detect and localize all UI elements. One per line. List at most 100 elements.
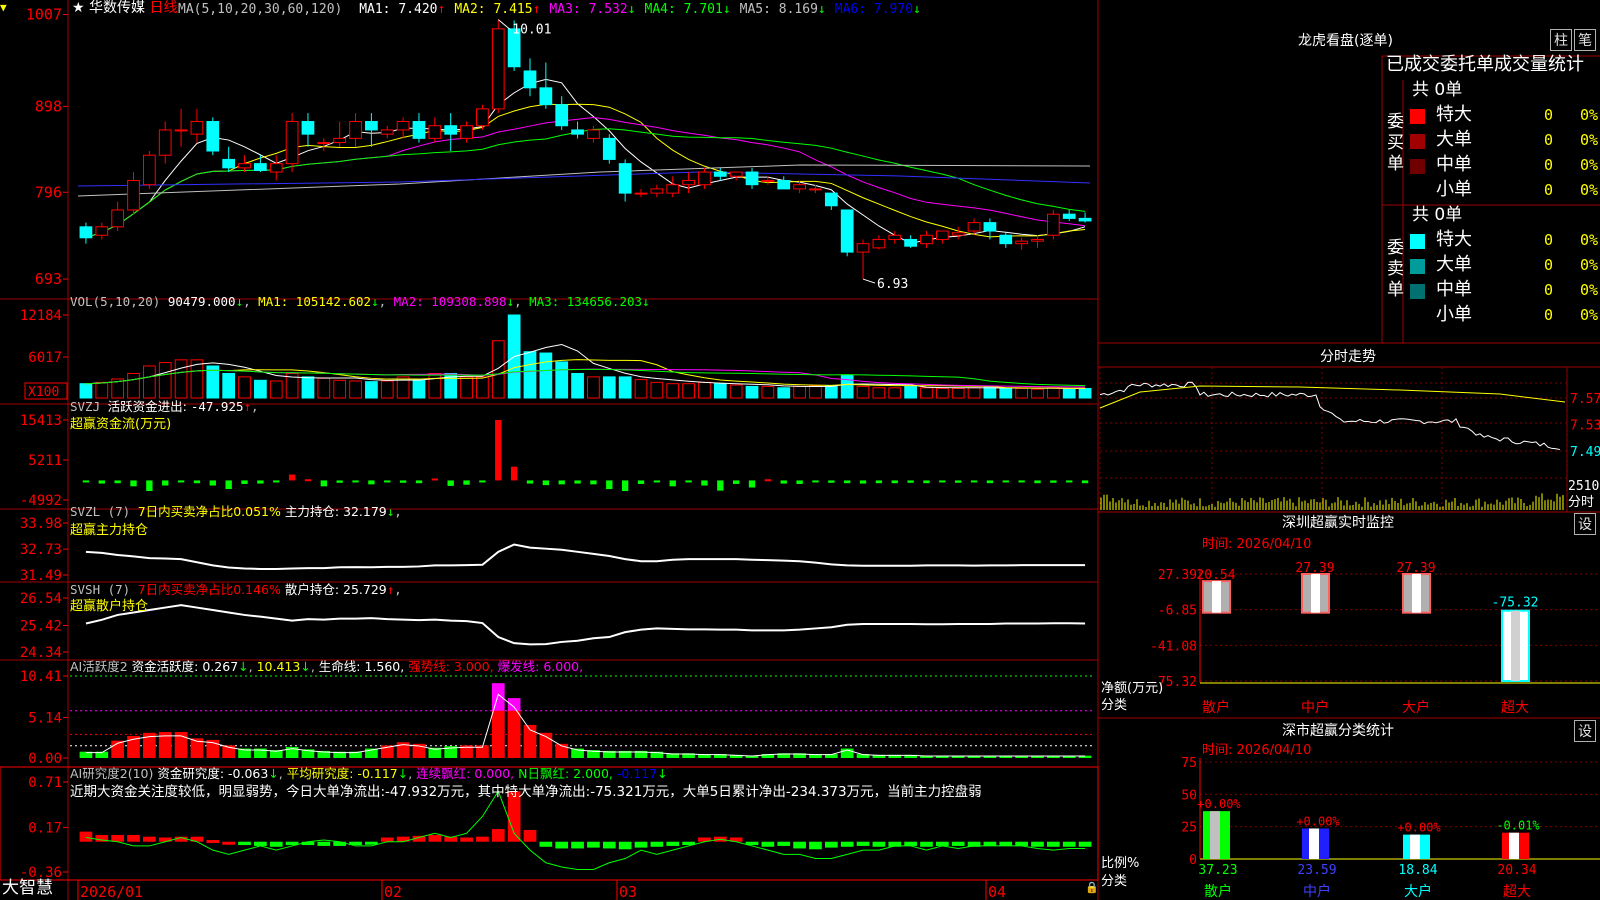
research-bar (555, 841, 569, 849)
fundflow-bar (637, 480, 645, 484)
aihy-tick-label: 5.14 (28, 711, 62, 727)
volume-bar (729, 384, 743, 399)
fundflow-bar (621, 480, 629, 492)
aiyj-avg: 平均研究度: -0.117 (286, 766, 398, 781)
research-bar (983, 841, 997, 846)
fundflow-bar (732, 480, 740, 484)
candle-body (1046, 213, 1060, 236)
volume-bar (317, 377, 331, 399)
tick-mode-button[interactable]: 笔 (1574, 29, 1596, 51)
svsh-title: SVSH (7) (70, 582, 138, 597)
fundflow-bar (717, 480, 724, 491)
volume-bar (142, 365, 156, 399)
buy-swatch (1410, 184, 1425, 199)
svzj-header: SVZJ 活跃资金进出: -47.925↑, (70, 399, 259, 414)
volume-bar (539, 352, 553, 399)
volume-bar (158, 362, 172, 399)
sell-row-pct: 0% (1580, 231, 1599, 249)
volume-bar (999, 387, 1013, 399)
lock-icon[interactable]: 🔒 (1085, 882, 1099, 893)
stats-settings-button[interactable]: 设 (1574, 720, 1596, 742)
candle-body (602, 137, 616, 160)
monitor-settings-button[interactable]: 设 (1574, 513, 1596, 535)
candle-body (222, 158, 236, 169)
buy-total: 共 0单 (1412, 80, 1463, 100)
svzl-tick-label: 33.98 (20, 516, 62, 532)
intraday-price-line (1099, 381, 1561, 451)
fundflow-bar (669, 480, 676, 487)
fundflow-bar (748, 480, 756, 488)
sell-row-pct: 0% (1580, 306, 1599, 324)
price-tick-label: 1007 (26, 6, 62, 24)
research-bar (634, 841, 648, 848)
fundflow-bar (384, 480, 391, 483)
volume-bar (951, 387, 965, 399)
bar-mode-button[interactable]: 柱 (1550, 29, 1572, 51)
svzj-title: SVZJ (70, 399, 101, 414)
vol-ma-line (85, 343, 1086, 389)
volume-bar (634, 379, 648, 399)
ma5-value: MA5: 8.169 (739, 2, 818, 17)
intraday-vol-tick: 2510 (1568, 479, 1599, 494)
research-bar (1015, 841, 1028, 846)
stats-bar-highlight (1509, 832, 1519, 859)
aihy-header: AI活跃度2 资金活跃度: 0.267↓, 10.413↓, 生命线: 1.56… (70, 659, 584, 674)
fundflow-bar (780, 480, 787, 484)
candle-body (238, 163, 251, 169)
candle-body (269, 163, 283, 173)
volume-bar (777, 387, 791, 399)
ma6-value: MA6: 7.970 (834, 2, 914, 17)
candle-body (491, 28, 505, 110)
favorite-star-icon[interactable]: ★ (72, 0, 85, 16)
sell-swatch (1410, 309, 1425, 324)
research-bar (491, 829, 505, 842)
candle-body (95, 226, 109, 236)
lhb-header: 已成交委托单成交量统计 (1386, 54, 1584, 75)
research-bar (777, 841, 791, 846)
buy-row-pct: 0% (1580, 181, 1599, 199)
candle-body (539, 87, 553, 106)
stats-change-label: -0.01% (1496, 819, 1540, 833)
fundflow-bar (241, 480, 248, 484)
monitor-value-label: 27.39 (1396, 561, 1435, 576)
volume-bar (428, 372, 442, 399)
vol-arrow: ↓ (235, 294, 244, 309)
stats-change-label: +0.00% (1296, 814, 1340, 828)
sell-total: 共 0单 (1412, 205, 1463, 225)
ma4-arrow: ↓ (722, 2, 731, 17)
candle-body (761, 179, 775, 182)
buy-swatch (1410, 109, 1425, 124)
period-label[interactable]: 日线 (149, 0, 177, 16)
buy-row-name: 中单 (1436, 154, 1472, 175)
aiyj-commentary: 近期大资金关注度较低，明显弱势，今日大单净流出:-47.932万元，其中特大单净… (70, 784, 982, 800)
stats-change-label: +0.00% (1197, 797, 1241, 811)
buy-row-qty: 0 (1544, 106, 1554, 124)
candle-body (1078, 217, 1092, 222)
aiyj-tick-label: 0.17 (28, 820, 62, 836)
fundflow-bar (907, 480, 914, 483)
svzj-label: 活跃资金进出: (107, 399, 191, 414)
research-bar (840, 841, 854, 847)
research-bar (951, 841, 965, 846)
stats-value-label: 18.84 (1398, 863, 1437, 878)
candle-body (698, 171, 711, 186)
fundflow-bar (225, 480, 232, 490)
ma-legend: MA(5,10,20,30,60,120) MA1: 7.420↑ MA2: 7.… (178, 3, 921, 16)
volume-bar (254, 379, 267, 399)
candle-body (935, 230, 949, 240)
ma6-arrow: ↓ (913, 2, 921, 17)
candle-body (333, 137, 347, 144)
volume-bar (174, 359, 188, 399)
activity-bar-base (491, 710, 505, 758)
intraday-tick-label: 7.53 (1570, 419, 1600, 434)
date-label: 04 (988, 883, 1006, 900)
candle-body (983, 222, 997, 232)
svzl-tick-label: 31.49 (20, 568, 62, 584)
fundflow-bar (1081, 480, 1089, 484)
fundflow-bar (304, 479, 312, 482)
aihy-tick-label: 0.00 (28, 751, 62, 767)
vol-ma-line (85, 359, 1086, 389)
fundflow-bar (1066, 480, 1073, 483)
fundflow-bar (542, 480, 550, 486)
buy-row-pct: 0% (1580, 131, 1599, 149)
